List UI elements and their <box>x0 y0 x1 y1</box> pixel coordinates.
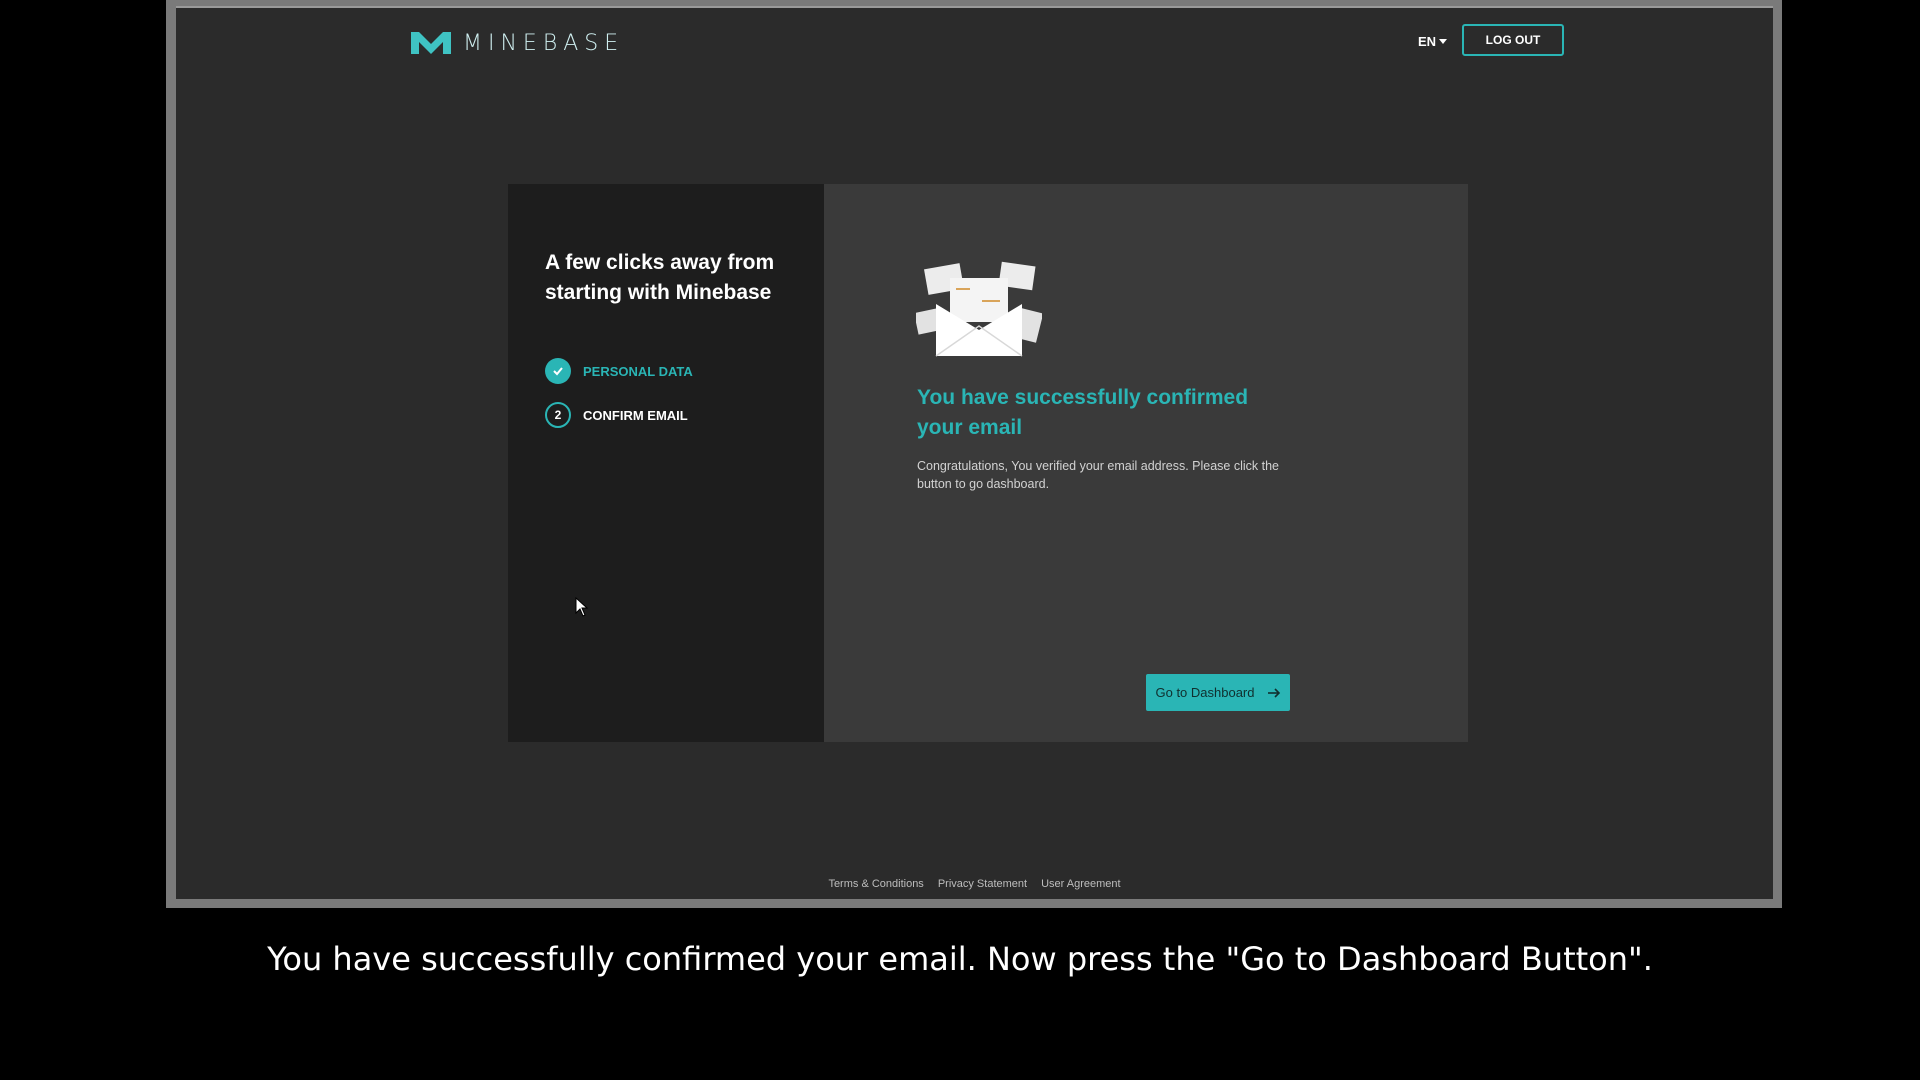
instruction-caption: You have successfully confirmed your ema… <box>267 940 1653 978</box>
minebase-logo[interactable]: MINEBASE <box>409 30 624 56</box>
go-to-dashboard-button[interactable]: Go to Dashboard <box>1146 674 1290 711</box>
privacy-link[interactable]: Privacy Statement <box>938 878 1027 890</box>
confirmation-panel: You have successfully confirmed your ema… <box>824 184 1468 742</box>
mouse-cursor-icon <box>575 597 589 617</box>
footer-links: Terms & Conditions Privacy Statement Use… <box>176 878 1773 890</box>
step-confirm-email: 2 CONFIRM EMAIL <box>545 402 688 428</box>
arrow-right-icon <box>1267 687 1280 698</box>
language-selector[interactable]: EN <box>1418 34 1448 49</box>
envelope-illustration-icon <box>916 261 1042 357</box>
terms-link[interactable]: Terms & Conditions <box>828 878 923 890</box>
browser-viewport: MINEBASE EN LOG OUT A few clicks away fr… <box>176 6 1773 899</box>
chevron-down-icon <box>1439 39 1448 44</box>
step-label: CONFIRM EMAIL <box>583 407 688 423</box>
logout-button[interactable]: LOG OUT <box>1462 24 1564 56</box>
step-number: 2 <box>545 402 571 428</box>
success-message: Congratulations, You verified your email… <box>917 459 1280 491</box>
language-label: EN <box>1418 34 1437 49</box>
steps-panel-title: A few clicks away from starting with Min… <box>545 251 775 304</box>
logo-wordmark: MINEBASE <box>463 30 625 56</box>
user-agreement-link[interactable]: User Agreement <box>1041 878 1120 890</box>
steps-panel: A few clicks away from starting with Min… <box>508 184 824 742</box>
registration-card: A few clicks away from starting with Min… <box>508 184 1468 742</box>
check-icon <box>545 358 571 384</box>
success-title: You have successfully confirmed your ema… <box>917 386 1249 439</box>
go-to-dashboard-label: Go to Dashboard <box>1155 685 1255 700</box>
step-label: PERSONAL DATA <box>583 363 693 379</box>
step-personal-data: PERSONAL DATA <box>545 358 693 384</box>
logo-m-icon <box>411 32 451 54</box>
